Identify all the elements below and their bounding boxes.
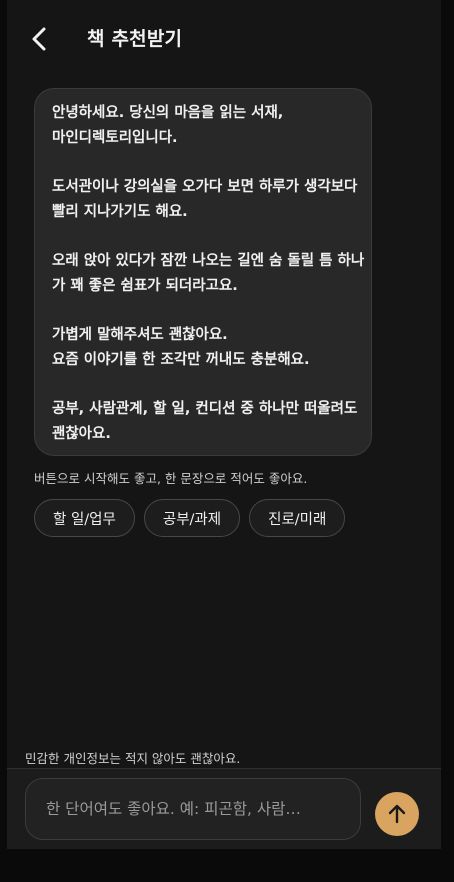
header: 책 추천받기 [0, 0, 454, 78]
arrow-up-icon [388, 804, 406, 824]
message-line: 도서관이나 강의실을 오가다 보면 하루가 생각보다 [52, 179, 358, 195]
message-line: 요즘 이야기를 한 조각만 꺼내도 충분해요. [52, 352, 310, 368]
chip-study[interactable]: 공부/과제 [143, 499, 241, 537]
message-line: 괜찮아요. [52, 426, 111, 442]
privacy-note: 민감한 개인정보는 적지 않아도 괜찮아요. [25, 751, 241, 766]
message-line: 마인디렉토리입니다. [52, 130, 178, 146]
chevron-left-icon [32, 27, 46, 51]
message-input[interactable] [25, 778, 361, 840]
assistant-message-bubble: 안녕하세요. 당신의 마음을 읽는 서재, 마인디렉토리입니다. 도서관이나 강… [34, 88, 372, 456]
message-line: 오래 앉아 있다가 잠깐 나오는 길엔 숨 돌릴 틈 하나 [52, 253, 365, 269]
message-line: 가 꽤 좋은 쉼표가 되더라고요. [52, 278, 238, 294]
message-line: 가볍게 말해주셔도 괜찮아요. [52, 327, 228, 343]
app-screen: 책 추천받기 안녕하세요. 당신의 마음을 읽는 서재, 마인디렉토리입니다. … [0, 0, 454, 882]
message-line: 빨리 지나가기도 해요. [52, 204, 188, 220]
back-button[interactable] [22, 22, 56, 56]
message-line: 안녕하세요. 당신의 마음을 읽는 서재, [52, 105, 284, 121]
composer-bar [7, 768, 441, 849]
chip-work[interactable]: 할 일/업무 [34, 499, 135, 537]
message-line: 공부, 사람관계, 할 일, 컨디션 중 하나만 떠올려도 [52, 401, 358, 417]
hint-text: 버튼으로 시작해도 좋고, 한 문장으로 적어도 좋아요. [34, 471, 308, 486]
quick-reply-chips: 할 일/업무 공부/과제 진로/미래 [34, 499, 346, 537]
send-button[interactable] [375, 792, 419, 836]
page-title: 책 추천받기 [87, 28, 183, 50]
chip-career[interactable]: 진로/미래 [249, 499, 346, 537]
